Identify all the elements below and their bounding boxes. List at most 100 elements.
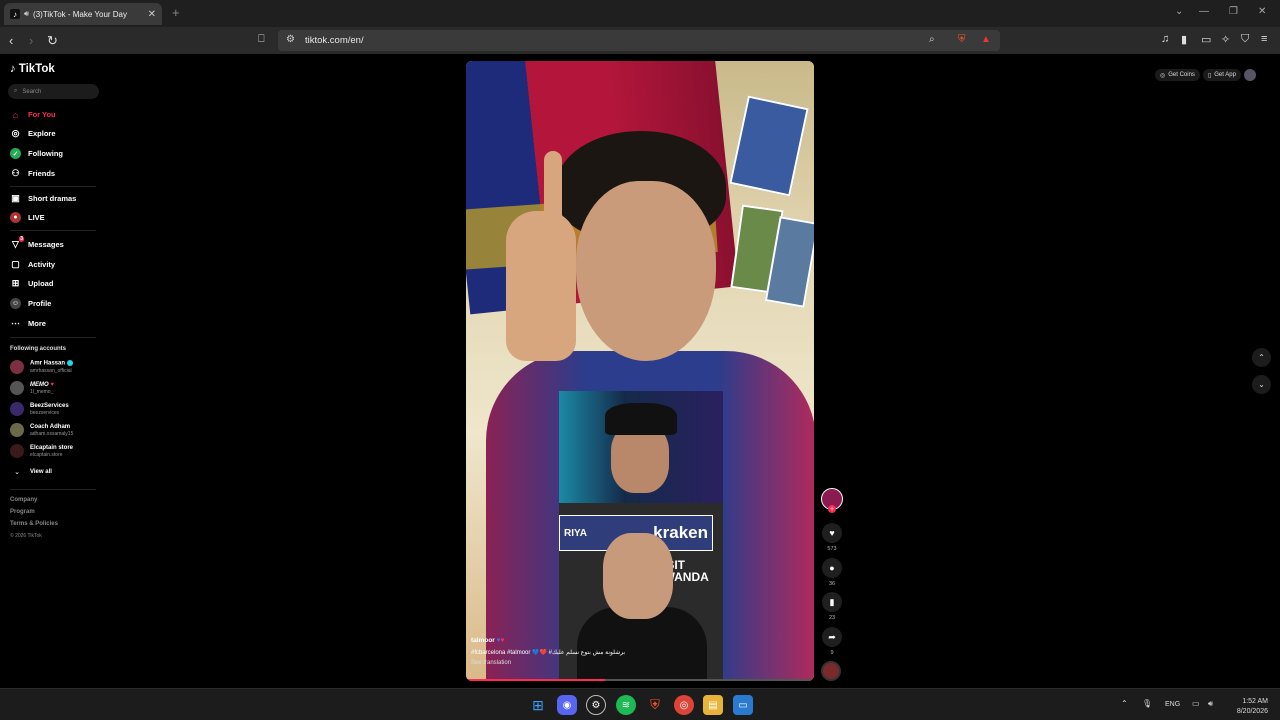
tiktok-logo-icon: ♪ [10,63,16,75]
tray-chevron-icon[interactable]: ⌃ [1121,699,1128,708]
menu-icon[interactable]: ≡ [1261,33,1267,45]
avatar [10,423,24,437]
video-username[interactable]: talmoor ♥♥ [471,637,771,644]
discord-icon[interactable]: ◉ [557,695,577,715]
close-window-button[interactable]: ✕ [1258,6,1266,17]
address-bar[interactable]: ⚙ tiktok.com/en/ ⌕ ⛨ ▲ [278,30,1000,51]
chevron-down-icon: ⌄ [1258,380,1265,389]
nav-live[interactable]: ● LIVE [10,212,45,223]
brave-rewards-icon[interactable]: ▲ [981,34,991,45]
face [576,181,716,361]
tab-list-icon[interactable]: ⌄ [1175,6,1183,17]
nav-for-you[interactable]: ⌂ For You [10,109,56,120]
heart-icon: ♥ [829,528,835,538]
account-coach-adham[interactable]: Coach Adham adham.ossamaly15 [10,423,73,437]
search-input[interactable]: ⌕ Search [8,84,99,99]
share-button[interactable]: ➦ [822,627,842,647]
browser-tabbar: ♪ 🔊︎ (3)TikTok - Make Your Day ✕ + ⌄ — ❐… [0,0,1280,27]
nav-activity[interactable]: ▢ Activity [10,259,55,270]
account-handle: adham.ossamaly15 [30,430,74,437]
leo-ai-icon[interactable]: ✧ [1221,33,1230,46]
nav-more[interactable]: ⋯ More [10,318,46,329]
spotify-icon[interactable]: ≋ [616,695,636,715]
friends-icon: ⚇ [11,168,20,178]
sponsor-left-text: RIYA [564,527,587,539]
zoom-icon[interactable]: ⌕ [929,34,935,45]
user-avatar[interactable] [1243,69,1256,81]
footer-terms[interactable]: Terms & Policies [10,521,58,527]
microphone-icon[interactable]: 🎙︎ [1142,699,1152,708]
account-memo[interactable]: MEMO ♥ 1l_memo_ [10,381,54,395]
hand [506,211,576,361]
see-translation-link[interactable]: See translation [471,660,771,666]
close-tab-icon[interactable]: ✕ [148,9,156,20]
previous-video-button[interactable]: ⌃ [1252,348,1271,367]
maximize-button[interactable]: ❐ [1229,6,1238,17]
steam-icon[interactable]: ⚙ [586,695,606,715]
file-explorer-icon[interactable]: ▤ [703,695,723,715]
verified-icon [66,360,73,367]
activity-icon: ▢ [11,259,20,269]
share-icon: ➦ [828,631,836,642]
home-icon: ⌂ [12,109,19,120]
comment-button[interactable]: ● [822,558,842,578]
nav-following[interactable]: ✓ Following [10,148,63,159]
app-window-icon[interactable]: ▭ [733,695,753,715]
nav-upload[interactable]: ⊞ Upload [10,278,54,289]
video-player[interactable]: RIYA kraken VISIT RWANDA talmoor ♥♥ #fcb… [466,61,814,681]
music-disc[interactable] [821,661,841,681]
wallet-icon[interactable]: ▭ [1201,33,1211,46]
divider [10,230,96,231]
account-name: Elcaptain store [30,444,74,451]
like-button[interactable]: ♥ [822,523,842,543]
account-beezservices[interactable]: BeezServices beezservices [10,402,69,416]
brave-shields-icon[interactable]: ⛨ [958,34,966,45]
tiktok-logo[interactable]: ♪ TikTok [10,63,55,75]
sidebar-toggle-icon[interactable]: ▮ [1181,33,1187,46]
avatar [10,402,24,416]
caption-text: #fcbarcelona #talmoor 💙❤️ #برشلونة مش بت… [471,650,626,656]
clock-date[interactable]: 8/20/2026 [1222,708,1268,715]
language-indicator[interactable]: ENG [1165,701,1180,708]
brave-icon[interactable]: ⛨ [645,695,665,715]
reload-button[interactable]: ↻ [47,33,58,49]
tab-title: (3)TikTok - Make Your Day [33,9,128,19]
back-button[interactable]: ‹ [9,33,13,48]
media-icon[interactable]: ♫ [1161,33,1169,45]
nav-messages[interactable]: ▽ 3 Messages [10,236,64,250]
site-info-icon[interactable]: ⚙ [286,34,295,45]
network-icon[interactable]: ▭ [1192,699,1200,708]
browser-tab[interactable]: ♪ 🔊︎ (3)TikTok - Make Your Day ✕ [4,3,162,25]
get-app-button[interactable]: ▯ Get App [1202,69,1241,81]
video-progress[interactable] [466,679,814,681]
clock-time[interactable]: 1:52 AM [1222,698,1268,705]
footer-program[interactable]: Program [10,509,35,515]
streamer-cap [605,403,677,435]
vpn-icon[interactable]: ⛉ [1241,33,1249,46]
nav-friends[interactable]: ⚇ Friends [10,168,55,179]
windows-start-icon[interactable]: ⊞ [528,695,548,715]
follow-plus-icon[interactable]: + [828,505,836,513]
volume-icon[interactable]: 🔊︎ [1208,699,1213,709]
save-button[interactable]: ▮ [822,592,842,612]
sidebar: ♪ TikTok ⌕ Search ⌂ For You ◎ Explore ✓ … [0,54,110,688]
forward-button[interactable]: › [29,33,33,48]
nav-short-dramas[interactable]: ▣ Short dramas [10,193,76,204]
minimize-button[interactable]: — [1199,6,1209,17]
url-text[interactable]: tiktok.com/en/ [305,35,364,46]
bookmark-icon[interactable]: ⎕ [258,33,265,46]
nav-profile[interactable]: ☺ Profile [10,298,51,309]
heart-icon: ♥ [50,381,54,388]
avatar [10,360,24,374]
account-elcaptain-store[interactable]: Elcaptain store elcaptain.store [10,444,73,458]
account-handle: amrhassan_official [30,367,72,374]
audio-playing-icon[interactable]: 🔊︎ [24,9,29,19]
get-coins-button[interactable]: ◎ Get Coins [1155,69,1200,81]
footer-company[interactable]: Company [10,497,37,503]
nav-explore[interactable]: ◎ Explore [10,128,56,139]
view-all-button[interactable]: ⌄ View all [10,468,52,477]
new-tab-button[interactable]: + [172,5,180,20]
account-amr-hassan[interactable]: Amr Hassan amrhassan_official [10,360,73,374]
next-video-button[interactable]: ⌄ [1252,375,1271,394]
chrome-icon[interactable]: ◎ [674,695,694,715]
